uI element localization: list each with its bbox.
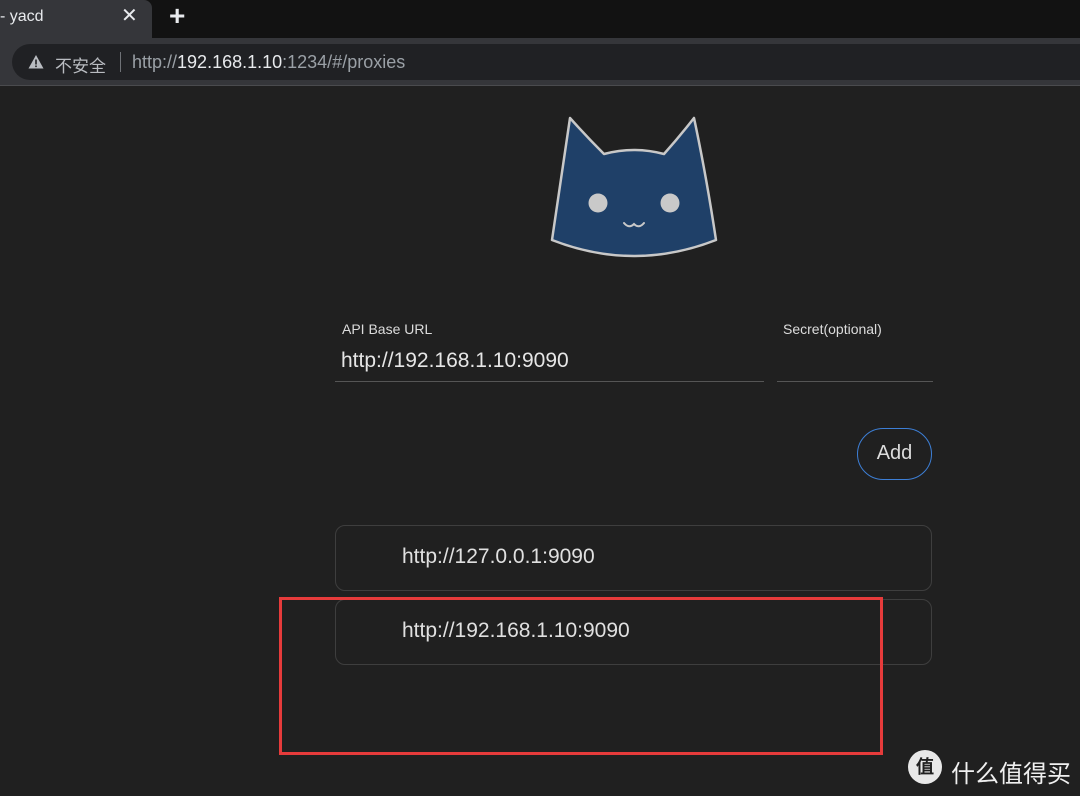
api-base-url-input[interactable] [335, 340, 764, 382]
url-text[interactable]: http://192.168.1.10:1234/#/proxies [132, 52, 405, 73]
secret-input[interactable] [777, 340, 933, 382]
url-host: 192.168.1.10 [177, 52, 283, 72]
tab-title: - yacd [0, 8, 44, 25]
not-secure-label[interactable]: 不安全 [55, 52, 106, 77]
secret-label: Secret(optional) [783, 321, 882, 337]
divider [120, 52, 121, 72]
api-base-url-label: API Base URL [342, 321, 433, 337]
browser-tab[interactable]: - yacd ✕ [0, 0, 152, 38]
backend-url: http://127.0.0.1:9090 [402, 545, 595, 568]
address-bar[interactable]: 不安全 http://192.168.1.10:1234/#/proxies [12, 44, 1080, 80]
url-path: :1234/#/proxies [282, 52, 406, 72]
browser-tabstrip: - yacd ✕ + [0, 0, 1080, 38]
warning-icon[interactable] [28, 54, 44, 70]
watermark-text: 什么值得买 [951, 760, 1071, 788]
yacd-cat-logo [550, 116, 718, 258]
backend-list-item[interactable]: http://127.0.0.1:9090 [335, 525, 932, 591]
new-tab-button[interactable]: + [169, 0, 185, 32]
highlight-annotation [279, 597, 883, 755]
close-icon[interactable]: ✕ [121, 4, 138, 28]
watermark-logo-icon: 值 [908, 750, 942, 784]
add-button[interactable]: Add [857, 428, 932, 480]
url-scheme: http:// [132, 52, 178, 72]
browser-toolbar: 不安全 http://192.168.1.10:1234/#/proxies [0, 38, 1080, 86]
